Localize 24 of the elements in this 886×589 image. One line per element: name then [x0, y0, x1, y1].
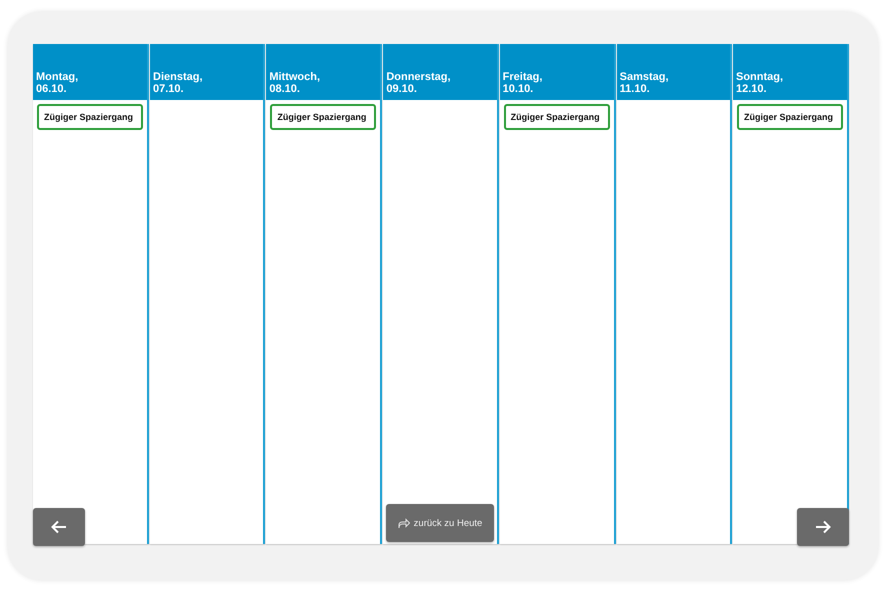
day-date: 09.10.	[386, 83, 418, 95]
day-date: 12.10.	[736, 83, 768, 95]
arrow-left-icon	[51, 520, 67, 534]
day-name: Samstag,	[620, 71, 670, 83]
share-arrow-icon	[398, 518, 410, 528]
day-name: Dienstag,	[153, 71, 204, 83]
day-date: 08.10.	[269, 83, 301, 95]
day-name: Montag,	[36, 71, 80, 83]
day-name: Sonntag,	[736, 71, 784, 83]
event-card[interactable]: Zügiger Spaziergang	[736, 104, 843, 130]
day-date: 10.10.	[502, 83, 534, 95]
day-date: 07.10.	[153, 83, 185, 95]
previous-button[interactable]	[33, 508, 85, 546]
event-card[interactable]: Zügiger Spaziergang	[37, 104, 143, 130]
next-button[interactable]	[797, 508, 849, 546]
event-card[interactable]: Zügiger Spaziergang	[270, 104, 376, 130]
day-name: Freitag,	[502, 71, 544, 83]
arrow-right-icon	[815, 520, 831, 534]
day-name: Donnerstag,	[386, 71, 452, 83]
back-to-today-button[interactable]: zurück zu Heute	[386, 504, 494, 542]
day-date: 06.10.	[36, 83, 68, 95]
event-card[interactable]: Zügiger Spaziergang	[504, 104, 610, 130]
day-date: 11.10.	[620, 83, 651, 95]
day-name: Mittwoch,	[269, 71, 322, 83]
